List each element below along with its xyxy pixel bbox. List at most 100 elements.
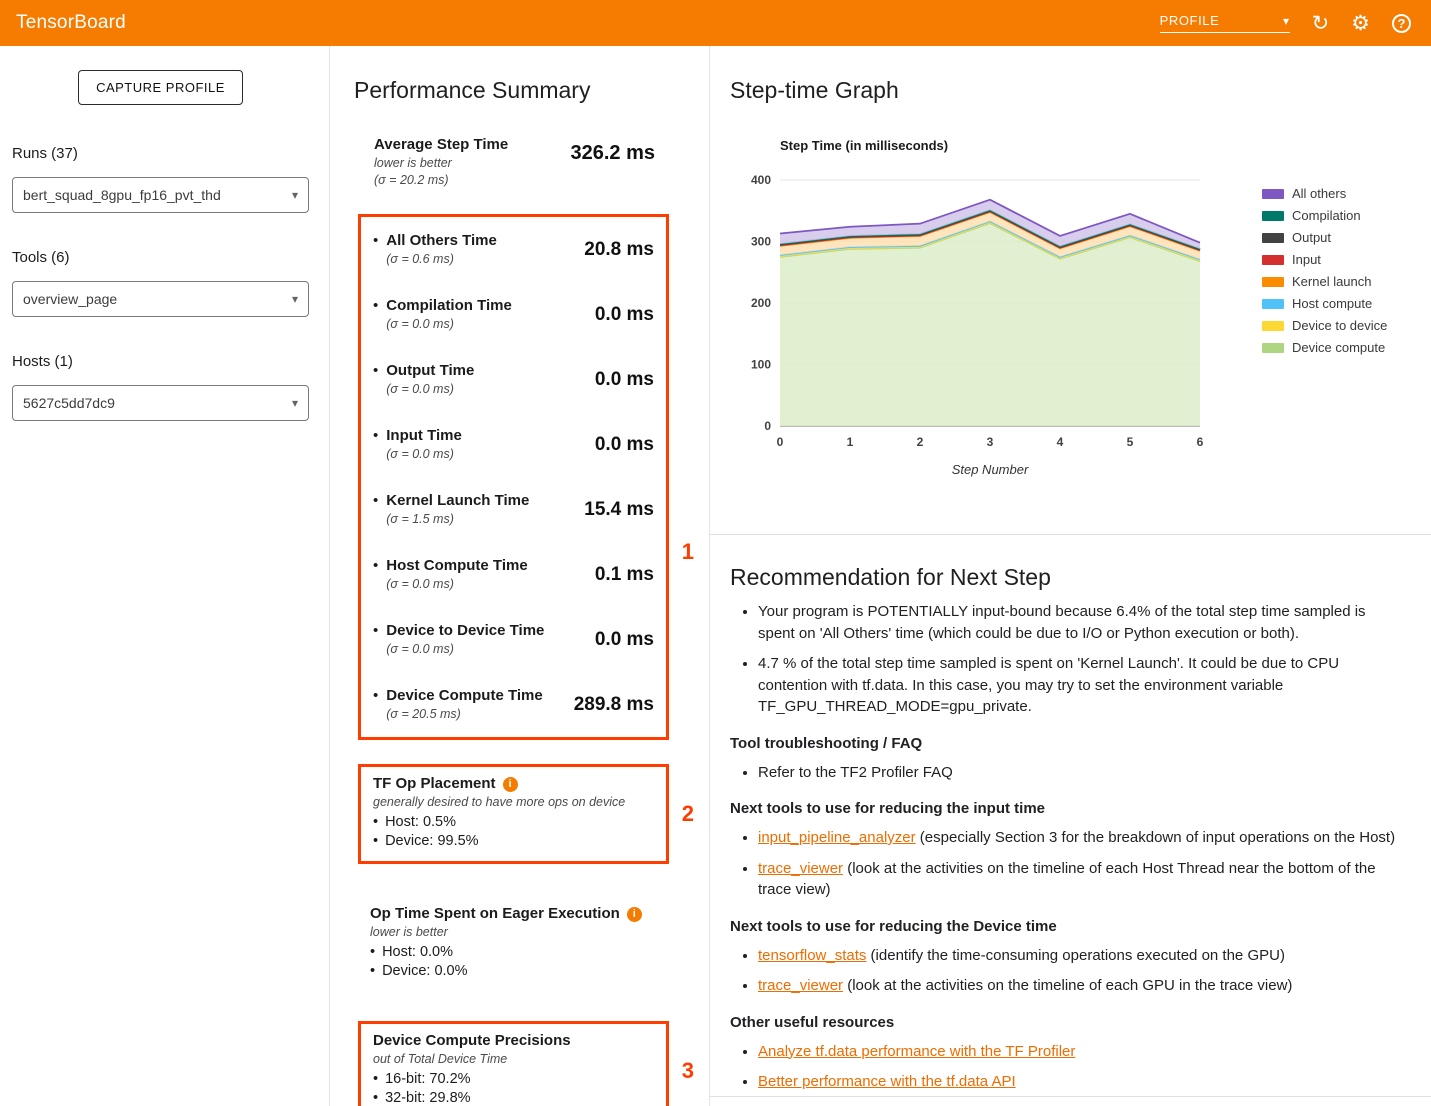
average-step-time-row: Average Step Time lower is better (σ = 2… xyxy=(374,136,655,188)
tfdata-api-link[interactable]: Better performance with the tf.data API xyxy=(758,1073,1016,1090)
tools-select-value: overview_page xyxy=(23,291,117,307)
precision-16bit: 16-bit: 70.2% xyxy=(373,1070,654,1089)
legend-label: Output xyxy=(1292,230,1331,245)
hosts-select[interactable]: 5627c5dd7dc9 ▾ xyxy=(12,385,309,421)
hosts-select-value: 5627c5dd7dc9 xyxy=(23,395,115,411)
metric-value: 15.4 ms xyxy=(584,499,654,521)
metric-value: 20.8 ms xyxy=(584,239,654,261)
metric-row: • Compilation Time (σ = 0.0 ms) 0.0 ms xyxy=(361,282,666,347)
top-bar: TensorBoard PROFILE ▾ ↻ ⚙ ? xyxy=(0,0,1431,46)
trace-viewer-link[interactable]: trace_viewer xyxy=(758,860,843,877)
runs-label: Runs (37) xyxy=(12,145,309,162)
host-percentage: Host: 0.0% xyxy=(370,943,657,962)
metric-value: 326.2 ms xyxy=(570,142,655,165)
list-item: Analyze tf.data performance with the TF … xyxy=(758,1041,1401,1063)
legend-label: Input xyxy=(1292,252,1321,267)
dashboard-select[interactable]: PROFILE ▾ xyxy=(1160,13,1290,33)
chart-title: Step Time (in milliseconds) xyxy=(780,138,948,153)
tools-label: Tools (6) xyxy=(12,249,309,266)
legend-label: Compilation xyxy=(1292,208,1361,223)
bullet: • xyxy=(373,492,378,527)
recommendation-title: Recommendation for Next Step xyxy=(730,563,1401,591)
list-item: tensorflow_stats (identify the time-cons… xyxy=(758,945,1401,967)
chart-legend: All others Compilation Output Input Kernel l… xyxy=(1262,186,1387,480)
list-item: Refer to the TF2 Profiler FAQ xyxy=(758,762,1401,784)
compute-precisions-note: out of Total Device Time xyxy=(373,1052,654,1067)
list-item: Better performance with the tf.data API xyxy=(758,1071,1401,1093)
svg-text:6: 6 xyxy=(1197,435,1204,449)
link-description: (look at the activities on the timeline … xyxy=(758,860,1376,899)
legend-item: Kernel launch xyxy=(1262,274,1387,289)
legend-item: Host compute xyxy=(1262,296,1387,311)
metric-sigma: (σ = 0.0 ms) xyxy=(386,382,474,397)
metric-sigma: (σ = 0.0 ms) xyxy=(386,447,462,462)
metric-label: Average Step Time xyxy=(374,136,508,154)
device-tools-heading: Next tools to use for reducing the Devic… xyxy=(730,918,1401,935)
tf-op-placement-title: TF Op Placement xyxy=(373,775,496,793)
metric-label: Device Compute Time xyxy=(386,687,542,705)
capture-profile-button[interactable]: CAPTURE PROFILE xyxy=(78,70,243,105)
legend-swatch xyxy=(1262,255,1284,265)
metric-note: lower is better xyxy=(374,156,508,171)
right-panel: Step-time Graph Step Time (in millisecon… xyxy=(710,46,1431,1106)
metric-sigma: (σ = 0.0 ms) xyxy=(386,577,527,592)
main-content: CAPTURE PROFILE Runs (37) bert_squad_8gp… xyxy=(0,46,1431,1106)
tfdata-performance-link[interactable]: Analyze tf.data performance with the TF … xyxy=(758,1043,1075,1060)
runs-select[interactable]: bert_squad_8gpu_fp16_pvt_thd ▾ xyxy=(12,177,309,213)
performance-summary-title: Performance Summary xyxy=(354,76,685,104)
metric-label: Kernel Launch Time xyxy=(386,492,529,510)
chevron-down-icon: ▾ xyxy=(1283,14,1290,28)
trace-viewer-link[interactable]: trace_viewer xyxy=(758,977,843,994)
metric-row: • Output Time (σ = 0.0 ms) 0.0 ms xyxy=(361,347,666,412)
metric-label: All Others Time xyxy=(386,232,497,250)
faq-heading: Tool troubleshooting / FAQ xyxy=(730,735,1401,752)
legend-swatch xyxy=(1262,321,1284,331)
input-pipeline-analyzer-link[interactable]: input_pipeline_analyzer xyxy=(758,829,916,846)
legend-swatch xyxy=(1262,343,1284,353)
step-time-graph-title: Step-time Graph xyxy=(730,76,1421,104)
bullet: • xyxy=(373,232,378,267)
legend-swatch xyxy=(1262,189,1284,199)
bullet: • xyxy=(373,362,378,397)
host-percentage: Host: 0.5% xyxy=(373,813,654,832)
top-bar-actions: PROFILE ▾ ↻ ⚙ ? xyxy=(1160,13,1411,34)
annotation-number-1: 1 xyxy=(682,539,694,565)
bullet: • xyxy=(373,622,378,657)
metric-sigma: (σ = 0.6 ms) xyxy=(386,252,497,267)
step-time-graph-card: Step-time Graph Step Time (in millisecon… xyxy=(710,46,1431,535)
reload-icon[interactable]: ↻ xyxy=(1312,13,1330,34)
legend-swatch xyxy=(1262,299,1284,309)
svg-text:4: 4 xyxy=(1057,435,1064,449)
precision-32bit: 32-bit: 29.8% xyxy=(373,1089,654,1106)
legend-label: Device compute xyxy=(1292,340,1385,355)
svg-text:400: 400 xyxy=(751,173,771,187)
bullet: • xyxy=(373,687,378,722)
svg-text:0: 0 xyxy=(777,435,784,449)
tools-group: Tools (6) overview_page ▾ xyxy=(12,249,309,317)
metric-label: Input Time xyxy=(386,427,462,445)
metric-value: 289.8 ms xyxy=(574,694,654,716)
recommendation-panel: Recommendation for Next Step Your progra… xyxy=(710,535,1431,1097)
gear-icon[interactable]: ⚙ xyxy=(1351,13,1370,34)
legend-item: All others xyxy=(1262,186,1387,201)
legend-item: Device to device xyxy=(1262,318,1387,333)
info-icon[interactable]: i xyxy=(503,777,518,792)
eager-execution-note: lower is better xyxy=(370,925,657,940)
legend-label: All others xyxy=(1292,186,1346,201)
metric-label: Output Time xyxy=(386,362,474,380)
metric-row: • Input Time (σ = 0.0 ms) 0.0 ms xyxy=(361,412,666,477)
eager-execution-title: Op Time Spent on Eager Execution xyxy=(370,905,620,923)
svg-text:5: 5 xyxy=(1127,435,1134,449)
input-tools-heading: Next tools to use for reducing the input… xyxy=(730,800,1401,817)
tensorflow-stats-link[interactable]: tensorflow_stats xyxy=(758,947,866,964)
metric-value: 0.1 ms xyxy=(595,564,654,586)
svg-text:300: 300 xyxy=(751,235,771,249)
info-icon[interactable]: i xyxy=(627,907,642,922)
annotation-box-2: TF Op Placement i generally desired to h… xyxy=(358,764,669,864)
link-description: (especially Section 3 for the breakdown … xyxy=(916,829,1395,846)
legend-swatch xyxy=(1262,233,1284,243)
tools-select[interactable]: overview_page ▾ xyxy=(12,281,309,317)
list-item: trace_viewer (look at the activities on … xyxy=(758,858,1401,901)
hosts-group: Hosts (1) 5627c5dd7dc9 ▾ xyxy=(12,353,309,421)
help-icon[interactable]: ? xyxy=(1392,14,1411,33)
